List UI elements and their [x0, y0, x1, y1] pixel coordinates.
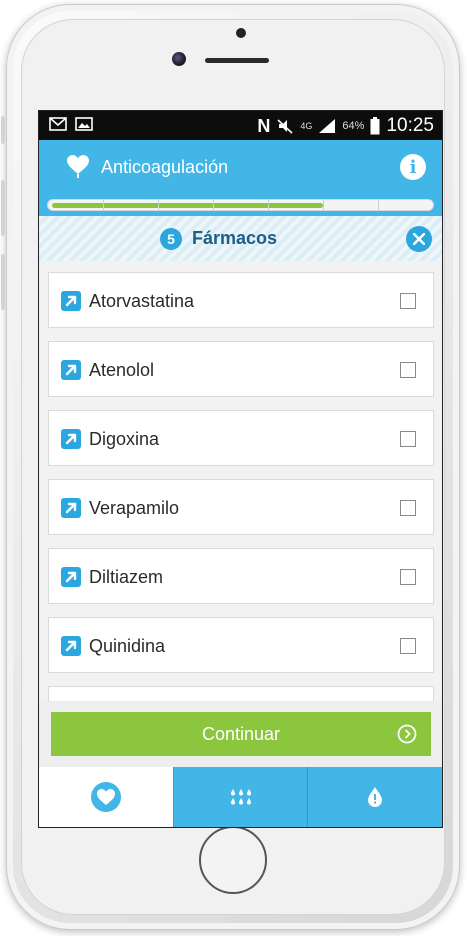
- list-item[interactable]: Quinidina: [48, 617, 434, 673]
- external-link-icon[interactable]: [61, 429, 81, 449]
- section-title: Fármacos: [192, 228, 278, 248]
- home-button[interactable]: [199, 826, 267, 894]
- heart-drop-icon: [67, 155, 89, 178]
- close-button[interactable]: [406, 226, 432, 252]
- list-item-label: Verapamilo: [89, 498, 180, 518]
- heart-icon: [90, 782, 121, 812]
- battery-icon: [370, 117, 380, 135]
- external-link-icon[interactable]: [61, 498, 81, 518]
- volume-up-button: [1, 180, 5, 236]
- mail-icon: [49, 117, 67, 131]
- checkbox[interactable]: [400, 500, 416, 516]
- nfc-icon: N: [257, 115, 271, 136]
- list-item-label: Diltiazem: [89, 567, 164, 587]
- gallery-icon: [75, 117, 93, 131]
- info-icon: i: [409, 157, 417, 178]
- list-item-label: Atorvastatina: [89, 291, 195, 311]
- progress-segment-divider: [268, 200, 269, 210]
- progress-track: [47, 199, 434, 211]
- continue-button[interactable]: Continuar: [51, 712, 431, 756]
- continue-label: Continuar: [201, 724, 281, 744]
- proximity-sensor: [236, 28, 246, 38]
- close-icon: [412, 232, 426, 246]
- external-link-icon[interactable]: [61, 360, 81, 380]
- drug-list: Atorvastatina Atenolol Digoxina Verapamilo D…: [39, 261, 442, 701]
- external-link-icon[interactable]: [61, 636, 81, 656]
- status-bar: N 4G 64% 10:25: [39, 111, 442, 140]
- network-type: 4G: [300, 120, 313, 131]
- drop-icon: [368, 787, 383, 807]
- earpiece-speaker: [205, 58, 269, 63]
- list-item[interactable]: Diltiazem: [48, 548, 434, 604]
- list-item-partial[interactable]: [48, 686, 434, 701]
- list-item-label: Atenolol: [89, 360, 155, 380]
- progress-segment-divider: [103, 200, 104, 210]
- tab-drops[interactable]: [172, 767, 308, 827]
- progress-bar: [39, 195, 442, 216]
- external-link-icon[interactable]: [61, 567, 81, 587]
- bottom-tab-bar: [39, 767, 442, 827]
- tab-heart[interactable]: [39, 767, 173, 827]
- checkbox[interactable]: [400, 638, 416, 654]
- progress-segment-divider: [323, 200, 324, 210]
- progress-fill: [52, 203, 323, 208]
- mute-icon: [277, 119, 293, 134]
- info-button[interactable]: i: [400, 154, 426, 180]
- app-screen: N 4G 64% 10:25 Anticoagulación i 5 Fárma…: [38, 110, 443, 828]
- front-camera: [172, 52, 186, 66]
- checkbox[interactable]: [400, 362, 416, 378]
- chevron-right-icon: [397, 724, 417, 744]
- app-title: Anticoagulación: [101, 157, 229, 177]
- progress-segment-divider: [378, 200, 379, 210]
- section-number-badge: 5: [160, 228, 182, 250]
- list-item[interactable]: Atenolol: [48, 341, 434, 397]
- list-item-label: Quinidina: [89, 636, 166, 656]
- section-header: 5 Fármacos: [39, 216, 442, 261]
- checkbox[interactable]: [400, 569, 416, 585]
- checkbox[interactable]: [400, 293, 416, 309]
- clock: 10:25: [386, 115, 434, 136]
- drops-icon: [230, 789, 251, 805]
- tab-drop[interactable]: [307, 767, 442, 827]
- mute-switch: [1, 116, 5, 144]
- checkbox[interactable]: [400, 431, 416, 447]
- volume-down-button: [1, 254, 5, 310]
- signal-icon: [319, 119, 336, 133]
- app-bar: Anticoagulación i: [39, 140, 442, 195]
- external-link-icon[interactable]: [61, 291, 81, 311]
- battery-percent: 64%: [342, 120, 365, 132]
- progress-segment-divider: [158, 200, 159, 210]
- list-item-label: Digoxina: [89, 429, 160, 449]
- list-item[interactable]: Verapamilo: [48, 479, 434, 535]
- list-item[interactable]: Digoxina: [48, 410, 434, 466]
- progress-segment-divider: [213, 200, 214, 210]
- list-item[interactable]: Atorvastatina: [48, 272, 434, 328]
